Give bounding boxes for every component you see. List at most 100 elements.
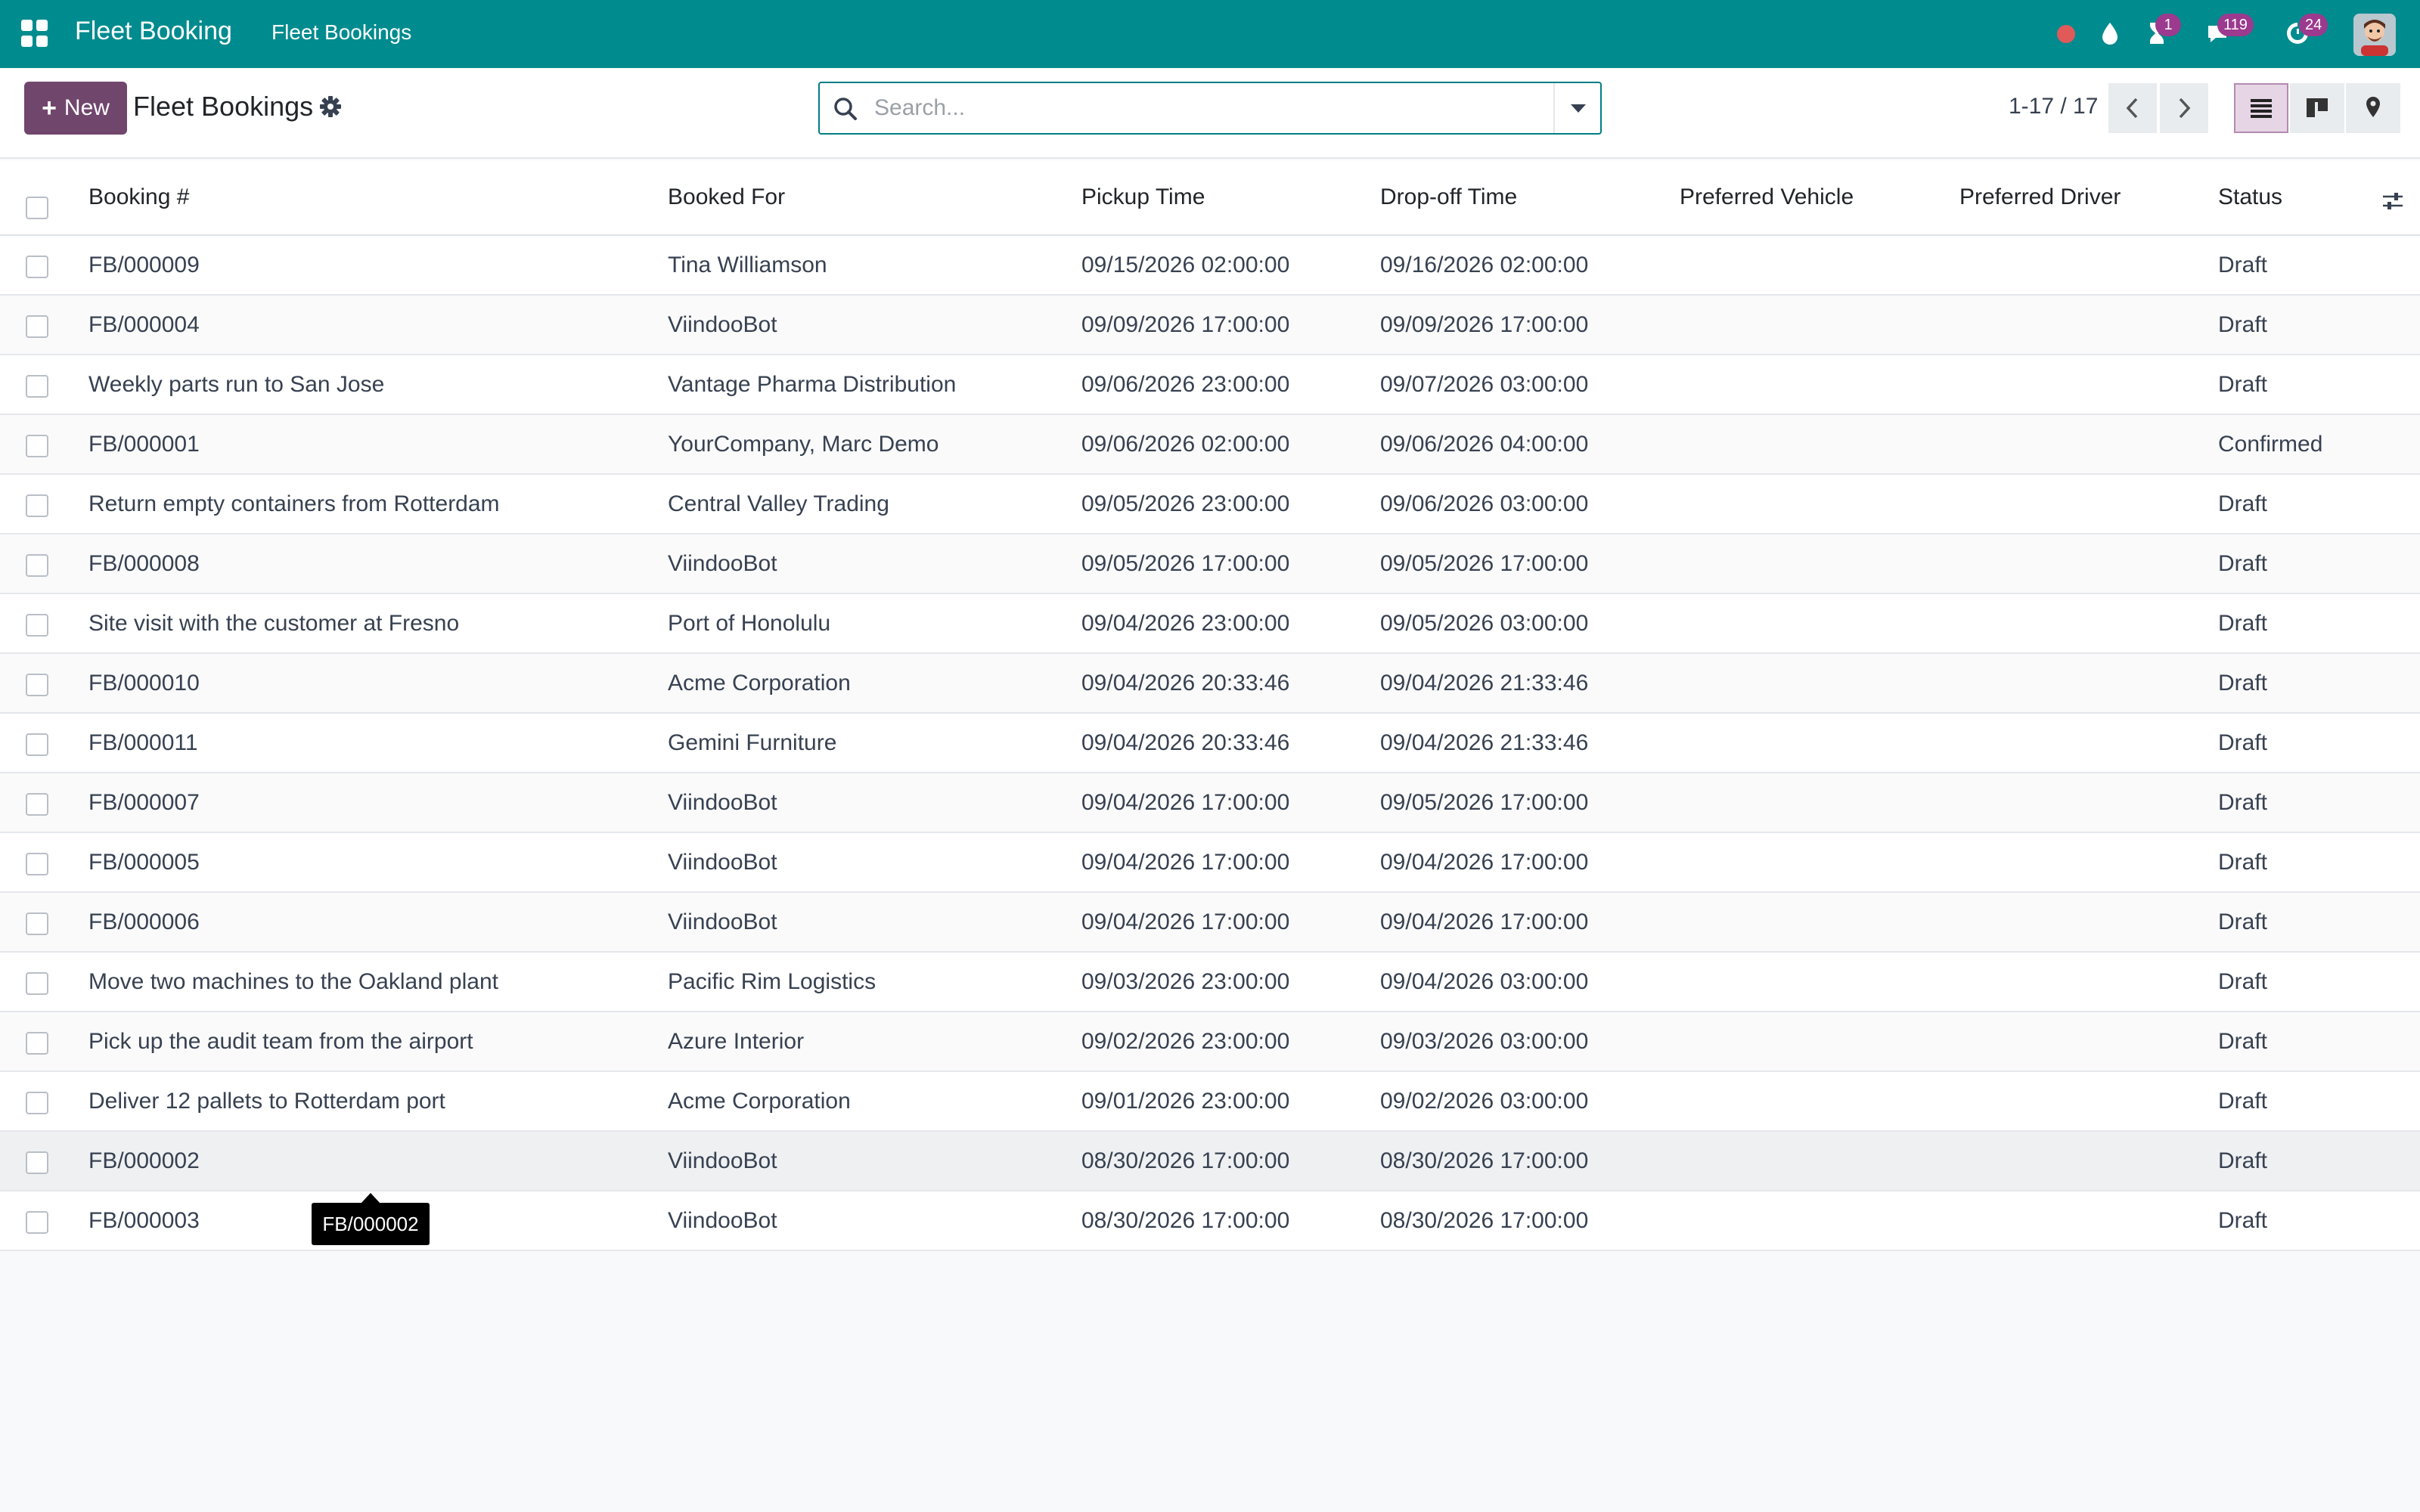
- cell-booked-for: Gemini Furniture: [668, 730, 837, 755]
- record-dot-icon[interactable]: [2057, 25, 2075, 43]
- search-icon: [834, 98, 857, 120]
- cell-pickup-time: 09/04/2026 17:00:00: [1081, 790, 1290, 815]
- apps-grid-icon[interactable]: [21, 20, 48, 47]
- map-view-button[interactable]: [2346, 83, 2400, 133]
- table-row[interactable]: FB/000011 Gemini Furniture 09/04/2026 20…: [0, 714, 2420, 773]
- new-button-label: New: [64, 95, 110, 120]
- cell-status: Draft: [2218, 671, 2268, 696]
- row-checkbox[interactable]: [26, 912, 48, 935]
- table-row[interactable]: Move two machines to the Oakland plant P…: [0, 953, 2420, 1012]
- table-row[interactable]: Return empty containers from Rotterdam C…: [0, 475, 2420, 534]
- cell-dropoff-time: 09/02/2026 03:00:00: [1380, 1089, 1589, 1114]
- cell-booking: FB/000001: [88, 432, 200, 457]
- row-checkbox[interactable]: [26, 733, 48, 756]
- column-header-dropoff-time[interactable]: Drop-off Time: [1380, 184, 1517, 210]
- table-row[interactable]: FB/000001 YourCompany, Marc Demo 09/06/2…: [0, 415, 2420, 475]
- chevron-left-icon: [2126, 98, 2138, 119]
- row-checkbox[interactable]: [26, 793, 48, 816]
- table-row[interactable]: Site visit with the customer at Fresno P…: [0, 594, 2420, 654]
- cell-dropoff-time: 09/04/2026 17:00:00: [1380, 909, 1589, 934]
- table-row[interactable]: FB/000004 ViindooBot 09/09/2026 17:00:00…: [0, 296, 2420, 355]
- cell-status: Draft: [2218, 1029, 2268, 1054]
- cell-dropoff-time: 09/16/2026 02:00:00: [1380, 253, 1589, 277]
- cell-booked-for: Port of Honolulu: [668, 611, 831, 636]
- row-checkbox[interactable]: [26, 375, 48, 398]
- row-checkbox[interactable]: [26, 614, 48, 637]
- gear-icon[interactable]: [318, 94, 343, 119]
- row-checkbox[interactable]: [26, 494, 48, 517]
- tooltip-arrow: [361, 1193, 380, 1204]
- cell-status: Draft: [2218, 551, 2268, 576]
- optional-columns-icon[interactable]: [2381, 189, 2405, 213]
- cell-pickup-time: 09/03/2026 23:00:00: [1081, 969, 1290, 994]
- column-header-status[interactable]: Status: [2218, 184, 2282, 210]
- row-checkbox[interactable]: [26, 256, 48, 278]
- row-checkbox[interactable]: [26, 1032, 48, 1055]
- search-input[interactable]: [874, 89, 1540, 127]
- search-bar: [818, 82, 1602, 135]
- table-row[interactable]: Weekly parts run to San Jose Vantage Pha…: [0, 355, 2420, 415]
- cell-booked-for: Vantage Pharma Distribution: [668, 372, 957, 397]
- table-row[interactable]: FB/000007 ViindooBot 09/04/2026 17:00:00…: [0, 773, 2420, 833]
- search-options-toggle[interactable]: [1553, 83, 1600, 133]
- kanban-view-icon: [2307, 98, 2328, 117]
- cell-booked-for: Central Valley Trading: [668, 491, 889, 516]
- row-checkbox[interactable]: [26, 554, 48, 577]
- table-row[interactable]: FB/000009 Tina Williamson 09/15/2026 02:…: [0, 236, 2420, 296]
- cell-status: Confirmed: [2218, 432, 2323, 457]
- row-checkbox[interactable]: [26, 674, 48, 696]
- cell-dropoff-time: 09/04/2026 21:33:46: [1380, 671, 1589, 696]
- cell-booking: Return empty containers from Rotterdam: [88, 491, 500, 516]
- column-header-preferred-vehicle[interactable]: Preferred Vehicle: [1680, 184, 1854, 210]
- cell-booking: FB/000002: [88, 1148, 200, 1173]
- table-row[interactable]: Deliver 12 pallets to Rotterdam port Acm…: [0, 1072, 2420, 1132]
- pager-previous-button[interactable]: [2108, 83, 2157, 133]
- cell-pickup-time: 09/05/2026 17:00:00: [1081, 551, 1290, 576]
- cell-booked-for: Azure Interior: [668, 1029, 805, 1054]
- row-checkbox[interactable]: [26, 972, 48, 995]
- avatar[interactable]: [2353, 14, 2396, 56]
- cell-pickup-time: 09/02/2026 23:00:00: [1081, 1029, 1290, 1054]
- cell-pickup-time: 09/06/2026 23:00:00: [1081, 372, 1290, 397]
- cell-pickup-time: 08/30/2026 17:00:00: [1081, 1148, 1290, 1173]
- droplet-icon[interactable]: [2095, 18, 2125, 48]
- row-checkbox[interactable]: [26, 435, 48, 457]
- column-header-booked-for[interactable]: Booked For: [668, 184, 785, 210]
- kanban-view-button[interactable]: [2290, 83, 2344, 133]
- cell-status: Draft: [2218, 790, 2268, 815]
- table-row[interactable]: FB/000008 ViindooBot 09/05/2026 17:00:00…: [0, 534, 2420, 594]
- select-all-checkbox[interactable]: [26, 197, 48, 219]
- pager-value[interactable]: 1-17 / 17: [2009, 94, 2098, 119]
- cell-booking: Weekly parts run to San Jose: [88, 372, 385, 397]
- cell-dropoff-time: 09/04/2026 21:33:46: [1380, 730, 1589, 755]
- app-brand[interactable]: Fleet Booking: [75, 17, 232, 46]
- page-title: Fleet Bookings: [133, 91, 314, 122]
- table-row[interactable]: FB/000006 ViindooBot 09/04/2026 17:00:00…: [0, 893, 2420, 953]
- row-checkbox[interactable]: [26, 1151, 48, 1174]
- column-header-preferred-driver[interactable]: Preferred Driver: [1959, 184, 2121, 210]
- row-checkbox[interactable]: [26, 1211, 48, 1234]
- pager-next-button[interactable]: [2160, 83, 2208, 133]
- cell-status: Draft: [2218, 611, 2268, 636]
- cell-status: Draft: [2218, 909, 2268, 934]
- cell-pickup-time: 09/04/2026 17:00:00: [1081, 909, 1290, 934]
- menu-fleet-bookings[interactable]: Fleet Bookings: [271, 20, 411, 45]
- cell-pickup-time: 08/30/2026 17:00:00: [1081, 1208, 1290, 1233]
- table-row[interactable]: FB/000010 Acme Corporation 09/04/2026 20…: [0, 654, 2420, 714]
- cell-booking: FB/000011: [88, 730, 198, 755]
- table-row[interactable]: FB/000005 ViindooBot 09/04/2026 17:00:00…: [0, 833, 2420, 893]
- new-button[interactable]: + New: [24, 82, 127, 135]
- cell-booked-for: YourCompany, Marc Demo: [668, 432, 939, 457]
- row-checkbox[interactable]: [26, 853, 48, 875]
- activities-badge: 1: [2155, 14, 2181, 36]
- cell-booked-for: ViindooBot: [668, 1208, 777, 1233]
- row-checkbox[interactable]: [26, 315, 48, 338]
- column-header-pickup-time[interactable]: Pickup Time: [1081, 184, 1205, 210]
- cell-status: Draft: [2218, 491, 2268, 516]
- list-view-button[interactable]: [2234, 83, 2288, 133]
- row-checkbox[interactable]: [26, 1092, 48, 1114]
- table-row[interactable]: FB/000002 ViindooBot 08/30/2026 17:00:00…: [0, 1132, 2420, 1191]
- cell-pickup-time: 09/04/2026 20:33:46: [1081, 671, 1290, 696]
- column-header-booking[interactable]: Booking #: [88, 184, 189, 210]
- table-row[interactable]: Pick up the audit team from the airport …: [0, 1012, 2420, 1072]
